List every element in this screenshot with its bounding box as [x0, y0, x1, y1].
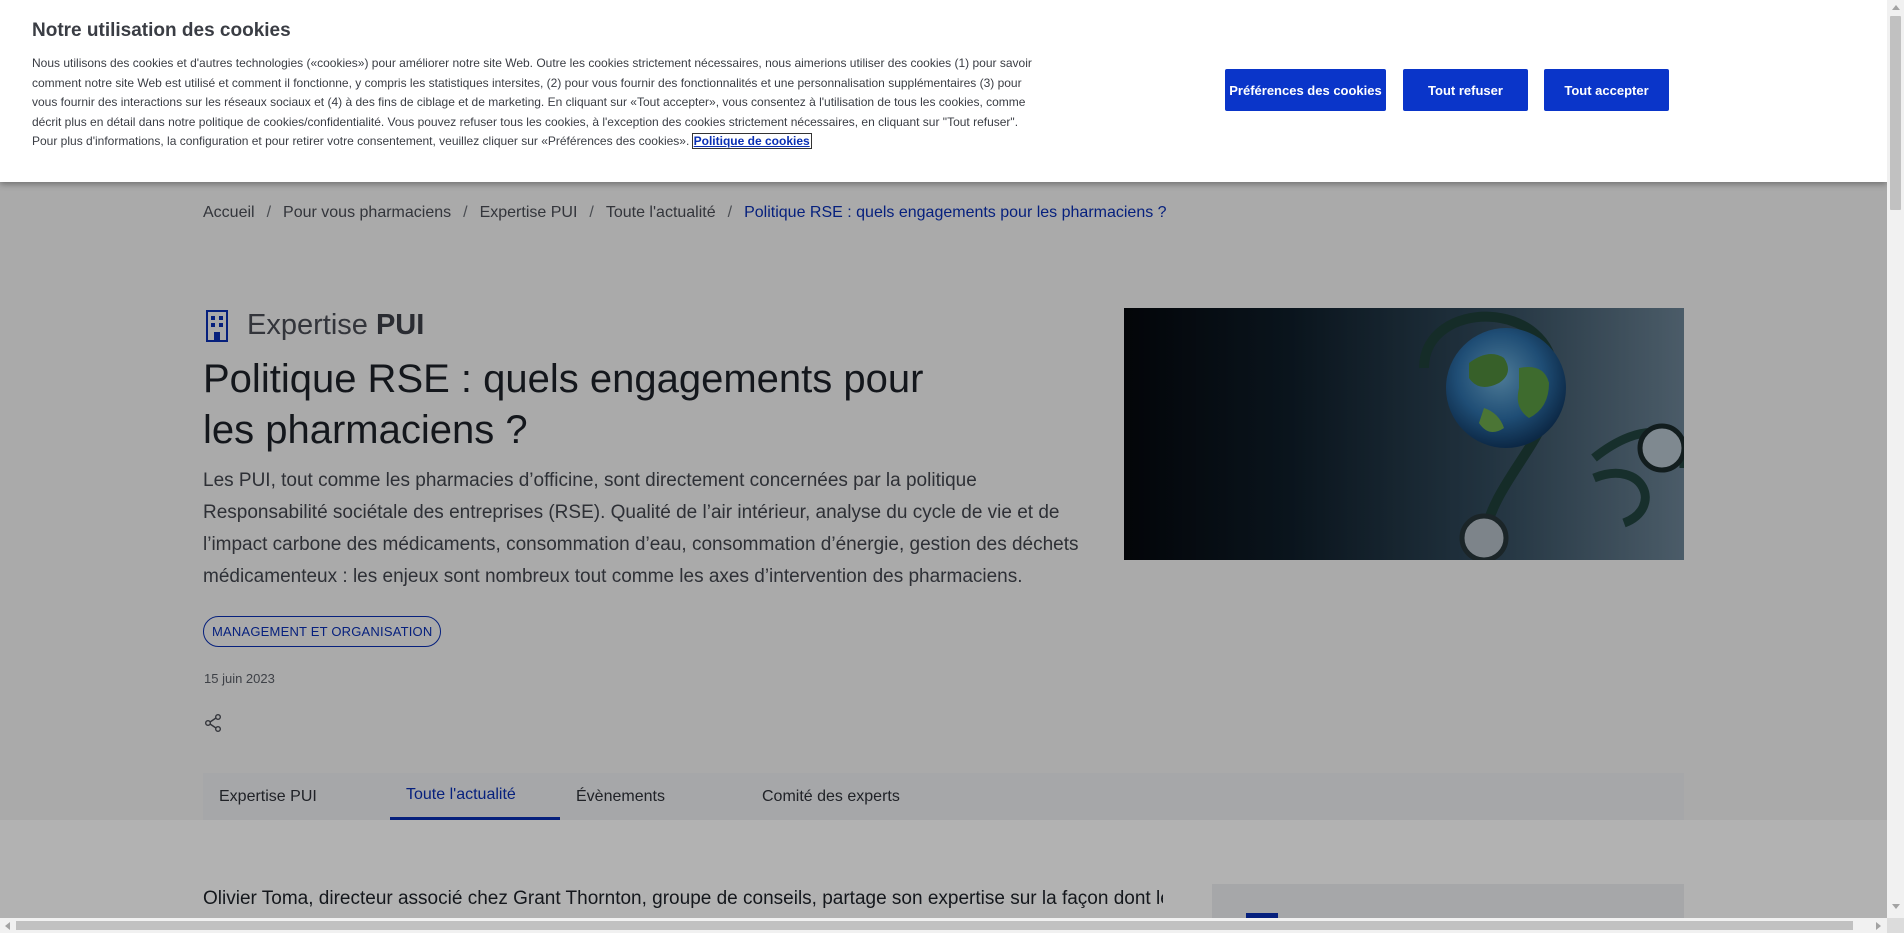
cookie-banner-description: Nous utilisons des cookies et d'autres t…: [32, 54, 1032, 152]
refuse-all-button[interactable]: Tout refuser: [1403, 69, 1528, 111]
cookie-banner: Notre utilisation des cookies Nous utili…: [0, 0, 1887, 182]
scroll-up-icon[interactable]: [1892, 5, 1900, 10]
horizontal-scroll-thumb[interactable]: [16, 921, 1853, 930]
scroll-left-icon[interactable]: [5, 922, 10, 930]
cookie-description-text: Nous utilisons des cookies et d'autres t…: [32, 56, 1032, 149]
vertical-scroll-thumb[interactable]: [1890, 16, 1901, 210]
scrollbar-corner: [1887, 918, 1904, 933]
vertical-scrollbar[interactable]: [1887, 0, 1904, 918]
accept-all-button[interactable]: Tout accepter: [1544, 69, 1669, 111]
cookie-policy-link[interactable]: Politique de cookies: [691, 133, 812, 150]
scroll-right-icon[interactable]: [1876, 922, 1881, 930]
cookie-banner-title: Notre utilisation des cookies: [32, 20, 291, 41]
scroll-down-icon[interactable]: [1892, 904, 1900, 909]
cookie-preferences-button[interactable]: Préférences des cookies: [1225, 69, 1386, 111]
horizontal-scrollbar[interactable]: [0, 918, 1887, 933]
